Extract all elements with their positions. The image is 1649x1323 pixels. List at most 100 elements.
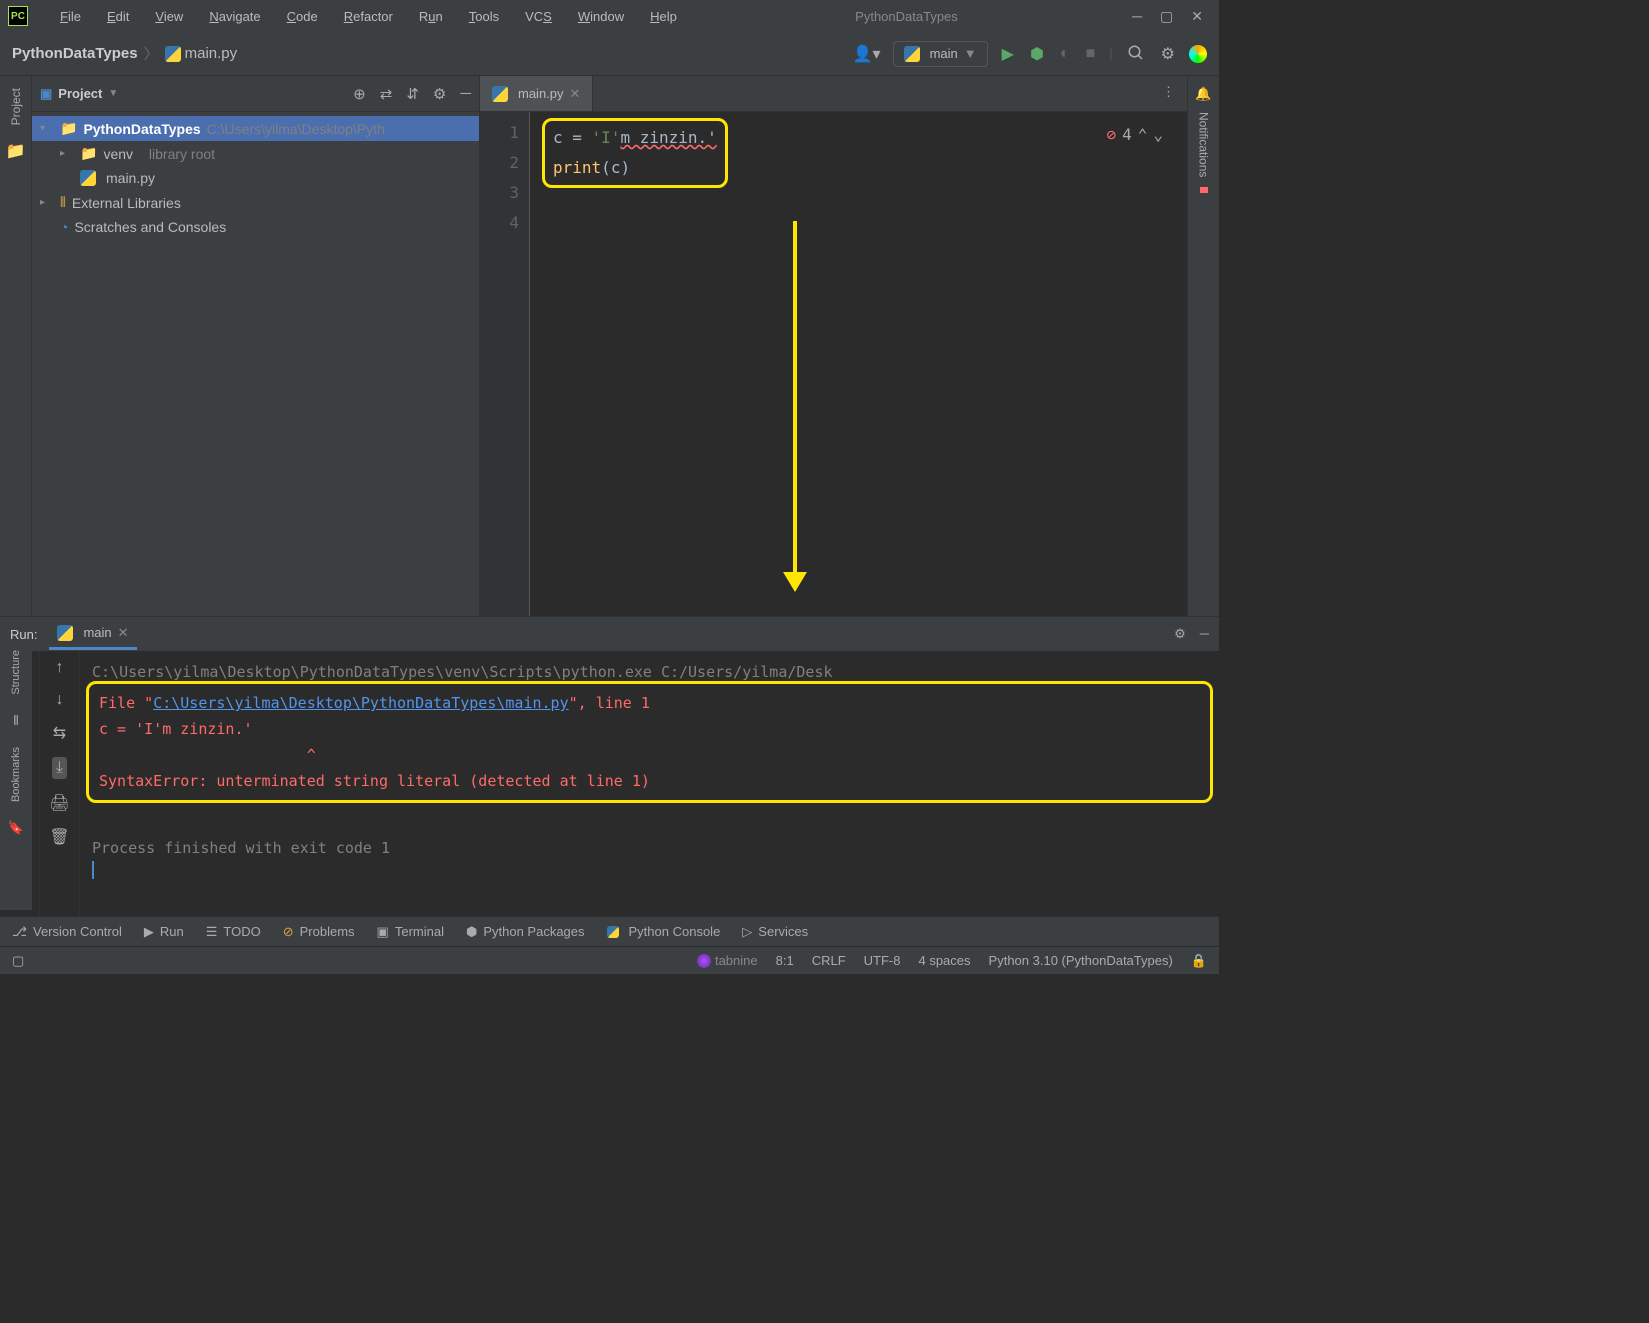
problems-tool-button[interactable]: ⊘Problems (283, 924, 355, 940)
run-tab-main[interactable]: main ✕ (49, 619, 136, 650)
settings-button[interactable]: ⚙ (1159, 42, 1177, 66)
select-file-icon[interactable]: ⊕ (353, 85, 366, 103)
menu-navigate[interactable]: Navigate (197, 6, 272, 27)
terminal-tool-button[interactable]: ▣Terminal (377, 924, 444, 940)
menu-file[interactable]: FFileile (48, 6, 93, 27)
folder-icon[interactable]: 📁 (6, 141, 26, 161)
version-control-button[interactable]: ⎇Version Control (12, 924, 122, 940)
indent[interactable]: 4 spaces (918, 953, 970, 968)
notifications-tool-button[interactable]: Notifications (1197, 112, 1211, 177)
stop-button[interactable]: ■ (1084, 43, 1098, 65)
run-config-selector[interactable]: main ▼ (893, 41, 988, 67)
down-icon[interactable]: ↓ (56, 691, 64, 709)
collapse-all-icon[interactable]: ⇵ (406, 85, 419, 103)
close-icon[interactable]: ✕ (118, 625, 129, 641)
expand-all-icon[interactable]: ⇄ (380, 85, 393, 103)
breadcrumb: PythonDataTypes 〉 main.py (12, 43, 237, 64)
code-with-me-icon[interactable] (1189, 45, 1207, 63)
tree-ext-libs[interactable]: ▸ ⫴ External Libraries (32, 190, 479, 215)
menu-code[interactable]: Code (275, 6, 330, 27)
up-icon[interactable]: ↑ (56, 659, 64, 677)
menu-vcs[interactable]: VCS (513, 6, 564, 27)
hide-panel-icon[interactable]: ─ (460, 85, 471, 103)
pycharm-logo-icon: PC (8, 6, 28, 26)
print-icon[interactable]: 🖨 (49, 793, 69, 813)
menu-tools[interactable]: Tools (457, 6, 511, 27)
cursor-position[interactable]: 8:1 (776, 953, 794, 968)
console-output[interactable]: C:\Users\yilma\Desktop\PythonDataTypes\v… (80, 651, 1219, 916)
editor-area: main.py ✕ ⋮ 1 2 3 4 c = 'I'm zinzin.' pr… (480, 76, 1187, 616)
close-tab-icon[interactable]: ✕ (570, 86, 581, 102)
annotation-arrow (793, 221, 797, 576)
editor-tab-mainpy[interactable]: main.py ✕ (480, 76, 593, 111)
encoding[interactable]: UTF-8 (864, 953, 901, 968)
structure-tool-button[interactable]: Structure (10, 650, 22, 695)
notifications-icon[interactable]: 🔔 (1195, 86, 1211, 102)
breadcrumb-project[interactable]: PythonDataTypes (12, 45, 138, 62)
coverage-button[interactable]: ◐ (1058, 43, 1072, 65)
tool-windows-icon[interactable]: ▢ (12, 953, 24, 969)
menu-window[interactable]: Window (566, 6, 636, 27)
services-tool-button[interactable]: ▷Services (742, 924, 808, 940)
chevron-down-icon[interactable]: ▼ (108, 88, 118, 99)
inspection-widget[interactable]: ⊘ 4 ⌃ ⌄ (1106, 120, 1163, 150)
error-icon: ⊘ (1106, 120, 1116, 150)
search-button[interactable] (1125, 42, 1147, 64)
bookmarks-tool-button[interactable]: Bookmarks (10, 747, 22, 802)
editor-tabs-more[interactable]: ⋮ (1150, 76, 1187, 111)
error-stripe[interactable] (1200, 187, 1208, 193)
highlight-box-error: File "C:\Users\yilma\Desktop\PythonDataT… (86, 681, 1213, 803)
run-settings-icon[interactable]: ⚙ (1174, 626, 1186, 642)
tree-mainpy[interactable]: main.py (32, 166, 479, 190)
close-icon[interactable]: ✕ (1191, 8, 1203, 25)
project-panel-header: ▣ Project ▼ ⊕ ⇄ ⇵ ⚙ ─ (32, 76, 479, 112)
main-toolbar: PythonDataTypes 〉 main.py 👤▾ main ▼ ▶ ⬢ … (0, 32, 1219, 76)
tree-venv[interactable]: ▸ 📁 venv library root (32, 141, 479, 166)
menu-help[interactable]: Help (638, 6, 689, 27)
error-file-link[interactable]: C:\Users\yilma\Desktop\PythonDataTypes\m… (153, 694, 568, 712)
menu-refactor[interactable]: Refactor (332, 6, 405, 27)
lock-icon[interactable]: 🔒 (1191, 953, 1207, 969)
tree-scratches[interactable]: ▸ ◔ Scratches and Consoles (32, 215, 479, 239)
run-panel: Run: main ✕ ⚙ ─ ▶ 🔧 ■ ⎋ 📌 ↑ ↓ ⇆ ⤓ 🖨 🗑 C:… (0, 616, 1219, 916)
user-icon[interactable]: 👤▾ (853, 44, 881, 64)
run-panel-title: Run: (10, 627, 37, 642)
error-count: 4 (1122, 120, 1132, 150)
menu-view[interactable]: View (143, 6, 195, 27)
run-config-label: main (930, 46, 958, 61)
window-title: PythonDataTypes (691, 9, 1122, 24)
line-separator[interactable]: CRLF (812, 953, 846, 968)
run-tool-button[interactable]: ▶Run (144, 924, 184, 940)
python-icon (80, 170, 96, 186)
minimize-icon[interactable]: ─ (1132, 8, 1142, 25)
interpreter[interactable]: Python 3.10 (PythonDataTypes) (989, 953, 1173, 968)
hide-panel-icon[interactable]: ─ (1200, 626, 1209, 642)
left-tool-stripe-bottom: Structure ⫴ Bookmarks 🔖 (0, 650, 32, 910)
highlight-box-code: c = 'I'm zinzin.' print(c) (542, 118, 728, 188)
menu-run[interactable]: Run (407, 6, 455, 27)
run-button[interactable]: ▶ (1000, 42, 1016, 66)
line-gutter: 1 2 3 4 (480, 112, 530, 616)
panel-settings-icon[interactable]: ⚙ (433, 85, 446, 103)
code-area[interactable]: c = 'I'm zinzin.' print(c) ⊘ 4 ⌃ ⌄ (530, 112, 1187, 616)
scroll-end-icon[interactable]: ⤓ (52, 757, 67, 779)
debug-button[interactable]: ⬢ (1028, 42, 1046, 66)
tree-root[interactable]: ▾ 📁 PythonDataTypes C:\Users\yilma\Deskt… (32, 116, 479, 141)
project-tool-button[interactable]: Project (9, 88, 23, 125)
menu-edit[interactable]: Edit (95, 6, 141, 27)
titlebar: PC FFileile Edit View Navigate Code Refa… (0, 0, 1219, 32)
prev-error-icon[interactable]: ⌃ (1138, 120, 1148, 150)
packages-tool-button[interactable]: ⬢Python Packages (466, 924, 585, 940)
soft-wrap-icon[interactable]: ⇆ (53, 723, 66, 743)
trash-icon[interactable]: 🗑 (49, 827, 69, 847)
chevron-down-icon: ▼ (964, 46, 977, 61)
maximize-icon[interactable]: ▢ (1160, 8, 1173, 25)
tabnine-widget[interactable]: tabnine (697, 953, 758, 968)
breadcrumb-file[interactable]: main.py (165, 45, 238, 62)
annotation-arrowhead (783, 572, 807, 592)
editor-tabs: main.py ✕ ⋮ (480, 76, 1187, 112)
python-console-button[interactable]: Python Console (607, 924, 721, 939)
editor-body[interactable]: 1 2 3 4 c = 'I'm zinzin.' print(c) ⊘ 4 ⌃… (480, 112, 1187, 616)
todo-tool-button[interactable]: ☰TODO (206, 924, 261, 940)
next-error-icon[interactable]: ⌄ (1153, 120, 1163, 150)
